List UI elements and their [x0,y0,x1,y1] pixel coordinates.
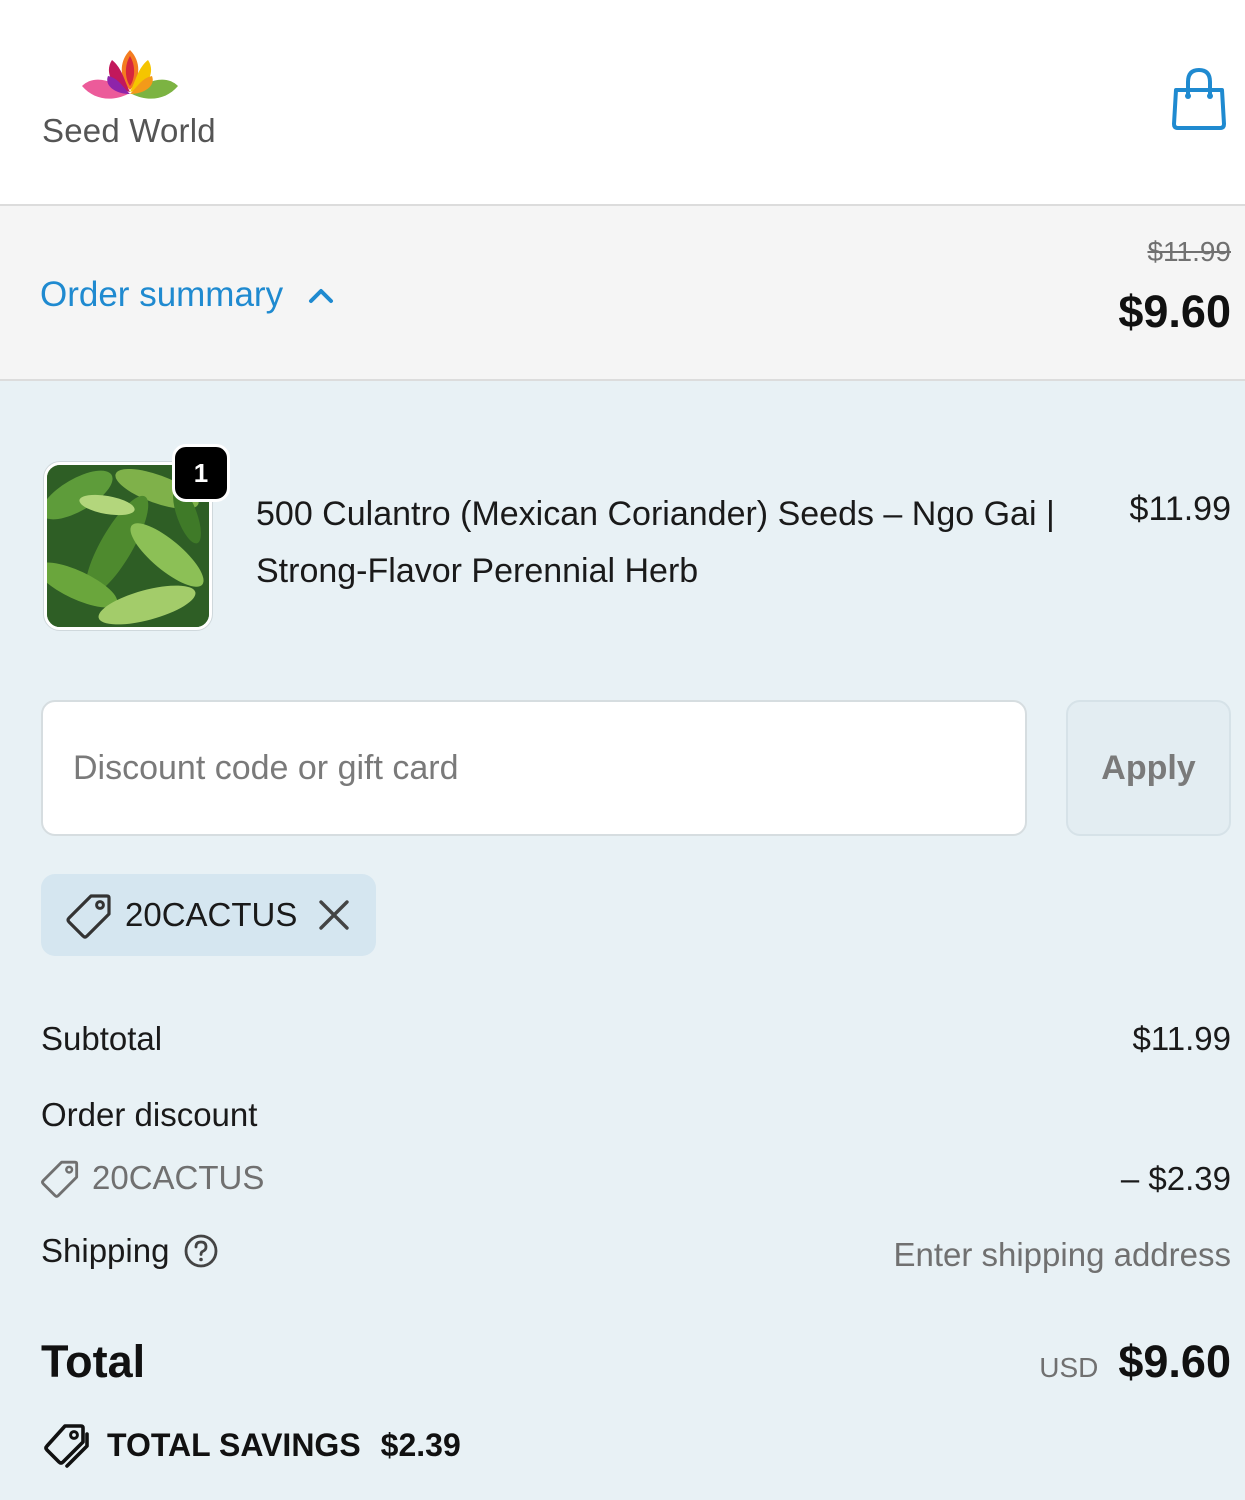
shopping-bag-icon [1172,67,1226,130]
tag-icon [41,1160,79,1198]
brand-name: Seed World [42,112,216,149]
discount-code-input[interactable] [41,700,1027,836]
applied-discount-chip: 20CACTUS [41,874,376,956]
product-title: 500 Culantro (Mexican Coriander) Seeds –… [256,495,1055,590]
shipping-label: Shipping [41,1232,170,1269]
tag-icon [66,894,111,939]
order-summary-label: Order summary [40,275,284,314]
cart-button[interactable] [1168,66,1230,132]
total-amount-group: USD $9.60 [1039,1336,1231,1388]
total-savings-label: TOTAL SAVINGS [107,1426,361,1463]
chevron-up-icon [309,289,334,303]
question-circle-icon[interactable] [183,1233,219,1269]
total-savings-amount: $2.39 [380,1426,461,1463]
quantity-badge: 1 [172,444,230,502]
order-summary-bar: Order summary $11.99 $9.60 [0,206,1245,381]
subtotal-value: $11.99 [1132,1020,1231,1057]
order-discount-label: Order discount [41,1096,258,1133]
summary-original-price: $11.99 [1147,236,1231,267]
shipping-label-group: Shipping [41,1232,219,1270]
product-price: $11.99 [1129,490,1231,528]
total-label: Total [41,1336,146,1387]
total-price: $9.60 [1118,1336,1231,1387]
brand-logo[interactable]: Seed World [40,46,220,156]
subtotal-label: Subtotal [41,1020,163,1057]
discount-value: – $2.39 [1120,1160,1231,1197]
savings-tag-icon [44,1424,89,1468]
total-currency: USD [1039,1352,1099,1383]
discount-code-line: 20CACTUS [40,1158,264,1198]
site-header: Seed World [0,0,1245,206]
apply-discount-button[interactable]: Apply [1066,700,1231,836]
total-savings: TOTAL SAVINGS $2.39 [41,1420,461,1470]
close-icon[interactable] [313,894,355,936]
order-summary-toggle[interactable]: Order summary [40,272,335,318]
lotus-logo-icon [82,50,178,99]
shipping-value: Enter shipping address [893,1236,1231,1273]
applied-discount-code: 20CACTUS [125,896,298,933]
discount-code: 20CACTUS [92,1159,265,1196]
summary-price: $9.60 [1118,286,1231,337]
